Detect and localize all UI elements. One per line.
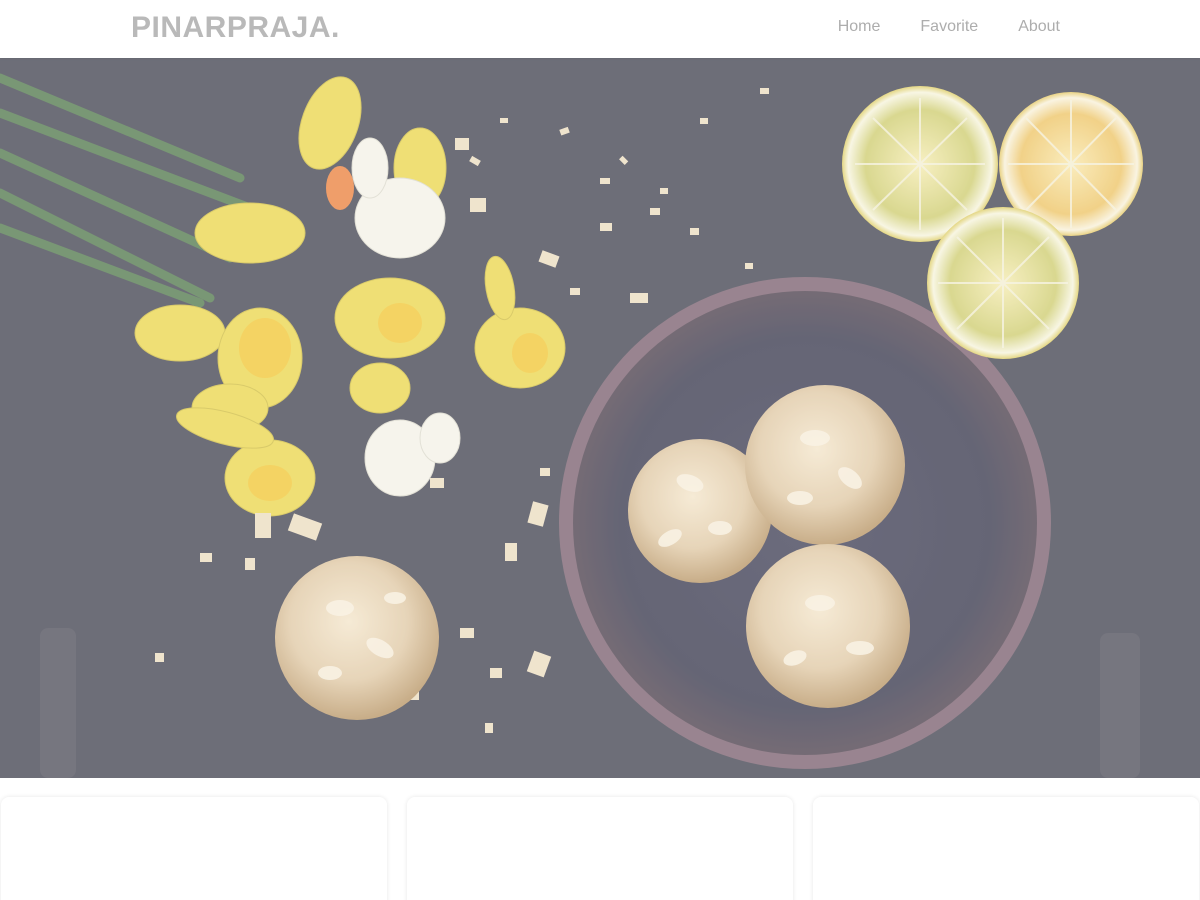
- content-card[interactable]: [407, 797, 793, 900]
- hero-photo: [0, 58, 1200, 778]
- main-nav: Home Favorite About: [838, 18, 1060, 36]
- brand-logo[interactable]: PINARPRAJA.: [131, 11, 340, 45]
- nav-link-home[interactable]: Home: [838, 18, 881, 36]
- content-card[interactable]: [1, 797, 387, 900]
- hero-image: [0, 58, 1200, 778]
- knife-handle: [1100, 633, 1140, 778]
- card-row: [0, 797, 1200, 900]
- page: PINARPRAJA. Home Favorite About: [0, 0, 1200, 900]
- fork-handle: [40, 628, 76, 778]
- nav-link-favorite[interactable]: Favorite: [920, 18, 978, 36]
- top-navbar: PINARPRAJA. Home Favorite About: [0, 0, 1200, 58]
- nav-link-about[interactable]: About: [1018, 18, 1060, 36]
- content-card[interactable]: [813, 797, 1199, 900]
